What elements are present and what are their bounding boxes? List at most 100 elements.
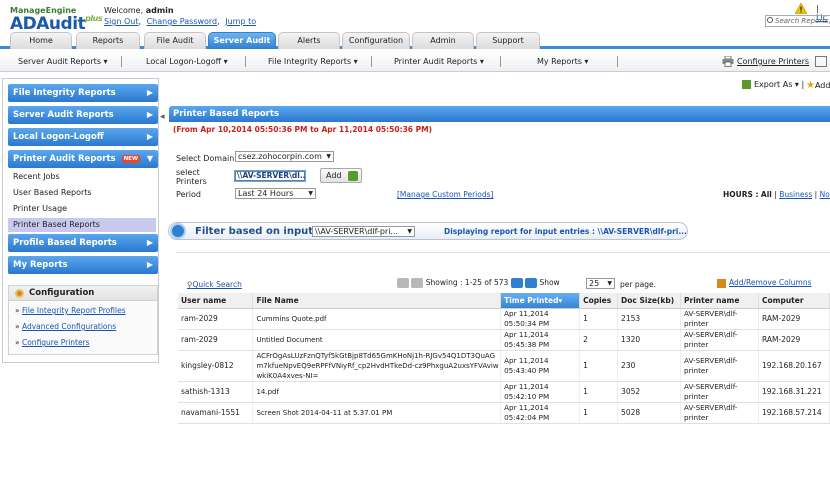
cell-user-name: ram-2029: [178, 308, 254, 330]
manage-custom-periods-link[interactable]: [Manage Custom Periods]: [397, 190, 493, 199]
add-to-favorites-button[interactable]: ★Add: [806, 80, 830, 91]
config-link-advanced[interactable]: » Advanced Configurations: [15, 322, 116, 331]
column-header-user-name[interactable]: User name: [178, 293, 254, 309]
collapse-sidebar-icon[interactable]: ◂: [160, 112, 165, 122]
subnav-local-logon-logoff[interactable]: Local Logon-Logoff ▾: [146, 57, 228, 66]
config-link-file-integrity[interactable]: » File Integrity Report Profiles: [15, 306, 126, 315]
table-row[interactable]: navamani-1551 Screen Shot 2014-04-11 at 5…: [178, 402, 830, 424]
sidebar-item-printer-usage[interactable]: Printer Usage: [8, 202, 156, 216]
tab-support[interactable]: Support: [476, 32, 540, 49]
cell-copies: 1: [579, 381, 619, 403]
hours-non-business-link[interactable]: Nor: [820, 190, 830, 199]
table-row[interactable]: kingsley-0812 ACFrOgAsLUzFznQTyf5kGtBjp8T…: [178, 350, 830, 382]
period-value: Last 24 Hours: [238, 189, 294, 198]
tab-alerts[interactable]: Alerts: [278, 32, 340, 49]
subnav-printer-audit-reports[interactable]: Printer Audit Reports ▾: [394, 57, 484, 66]
cell-time-printed: Apr 11,2014 05:42:10 PM: [500, 381, 581, 403]
welcome-prefix: Welcome,: [104, 6, 144, 15]
table-row[interactable]: ram-2029 Untitled Document Apr 11,2014 05:…: [178, 329, 830, 351]
column-header-doc-size[interactable]: Doc Size(kb): [617, 293, 682, 309]
add-remove-columns-link[interactable]: Add/Remove Columns: [717, 278, 812, 288]
table-row[interactable]: ram-2029 Cummins Quote.pdf Apr 11,2014 05:…: [178, 308, 830, 330]
column-header-copies[interactable]: Copies: [579, 293, 619, 309]
sidebar-group-profile-based[interactable]: Profile Based Reports ▶: [8, 234, 158, 252]
sidebar-group-server-audit[interactable]: Server Audit Reports ▶: [8, 106, 158, 124]
subnav-divider: [371, 56, 372, 67]
brand-plus: plus: [85, 14, 103, 23]
last-page-button[interactable]: [525, 278, 538, 288]
cell-doc-size: 230: [617, 350, 682, 382]
column-header-file-name[interactable]: File Name: [252, 293, 502, 309]
quick-search-link[interactable]: ⚲Quick Search: [187, 280, 242, 289]
add-button-label: Add: [326, 171, 342, 180]
cell-user-name: navamani-1551: [178, 402, 254, 424]
export-as-button[interactable]: Export As ▾ |: [742, 80, 804, 89]
configuration-box: Configuration » File Integrity Report Pr…: [8, 285, 158, 355]
subnav-my-reports[interactable]: My Reports ▾: [537, 57, 588, 66]
tab-file-audit[interactable]: File Audit: [144, 32, 206, 49]
subnav-file-integrity-reports[interactable]: File Integrity Reports ▾: [268, 57, 358, 66]
tab-admin[interactable]: Admin: [412, 32, 474, 49]
change-password-link[interactable]: Change Password: [147, 17, 218, 26]
cell-file-name: Untitled Document: [252, 329, 502, 351]
cell-computer: RAM-2029: [758, 329, 830, 351]
link-sep: ,: [138, 17, 142, 26]
subnav-divider: [121, 56, 122, 67]
page-size-select[interactable]: 25 ▼: [586, 278, 615, 289]
config-link-text[interactable]: File Integrity Report Profiles: [22, 306, 126, 315]
select-printers-label-2: Printers: [176, 177, 207, 186]
sign-out-link[interactable]: Sign Out: [104, 17, 139, 26]
domain-select[interactable]: csez.zohocorpin.com ▼: [235, 151, 334, 162]
brand-main: ADAudit: [10, 14, 86, 34]
current-user: admin: [145, 6, 174, 15]
subnav-server-audit-reports[interactable]: Server Audit Reports ▾: [18, 57, 108, 66]
cell-user-name: kingsley-0812: [178, 350, 254, 382]
printers-input[interactable]: \\AV-SERVER\dl...: [234, 170, 306, 182]
period-select[interactable]: Last 24 Hours ▼: [235, 188, 316, 199]
config-link-text[interactable]: Advanced Configurations: [22, 322, 116, 331]
chevron-down-icon: ▼: [407, 228, 412, 235]
tab-home[interactable]: Home: [10, 32, 72, 49]
sidebar-group-printer-audit[interactable]: Printer Audit Reports NEW ▼: [8, 150, 158, 168]
table-row[interactable]: sathish-1313 14.pdf Apr 11,2014 05:42:10 P…: [178, 381, 830, 403]
first-page-button[interactable]: [397, 278, 409, 288]
cell-file-name: Cummins Quote.pdf: [252, 308, 502, 330]
jump-to-link[interactable]: Jump to: [225, 17, 256, 26]
filter-input-select[interactable]: \\AV-SERVER\dlf-pri... ▼: [312, 226, 415, 237]
sidebar-item-user-based-reports[interactable]: User Based Reports: [8, 186, 156, 200]
tab-server-audit[interactable]: Server Audit: [208, 32, 276, 49]
column-header-time-printed[interactable]: Time Printed▾: [500, 293, 581, 309]
hours-all[interactable]: All: [761, 190, 772, 199]
cell-doc-size: 2153: [617, 308, 682, 330]
column-header-printer-name[interactable]: Printer name: [680, 293, 759, 309]
cell-computer: 192.168.20.167: [758, 350, 830, 382]
sidebar-item-printer-based-reports[interactable]: Printer Based Reports: [8, 218, 156, 232]
hours-business-link[interactable]: Business: [779, 190, 812, 199]
warning-icon[interactable]: [795, 3, 807, 14]
column-header-computer[interactable]: Computer: [758, 293, 830, 309]
sidebar-item-recent-jobs[interactable]: Recent Jobs: [8, 170, 156, 184]
filter-icon: [170, 223, 186, 239]
sidebar-group-file-integrity[interactable]: File Integrity Reports ▶: [8, 84, 158, 102]
pagination: Showing : 1-25 of 573 Show: [397, 278, 560, 288]
show-label: Show: [539, 278, 560, 287]
add-printer-button[interactable]: Add: [320, 168, 362, 183]
cell-doc-size: 3052: [617, 381, 682, 403]
prev-page-button[interactable]: [411, 278, 424, 288]
sidebar-group-local-logon[interactable]: Local Logon-Logoff ▶: [8, 128, 158, 146]
search-input[interactable]: Search Reports,: [765, 15, 830, 27]
filter-label: Filter based on inputs: [195, 226, 319, 237]
config-link-configure-printers[interactable]: » Configure Printers: [15, 338, 90, 347]
next-page-button[interactable]: [510, 278, 523, 288]
tab-reports[interactable]: Reports: [76, 32, 140, 49]
main-tab-bar: Home Reports File Audit Server Audit Ale…: [0, 32, 830, 49]
sidebar-group-my-reports[interactable]: My Reports ▶: [8, 256, 158, 274]
tab-configuration[interactable]: Configuration: [342, 32, 410, 49]
app-logo[interactable]: ADAuditplus: [10, 14, 103, 34]
subnav-divider: [617, 56, 618, 67]
print-page-icon[interactable]: [815, 56, 827, 67]
config-link-text[interactable]: Configure Printers: [22, 338, 90, 347]
add-remove-columns-label: Add/Remove Columns: [729, 278, 812, 287]
cell-copies: 1: [579, 350, 619, 382]
configure-printers-link[interactable]: Configure Printers: [737, 57, 809, 66]
